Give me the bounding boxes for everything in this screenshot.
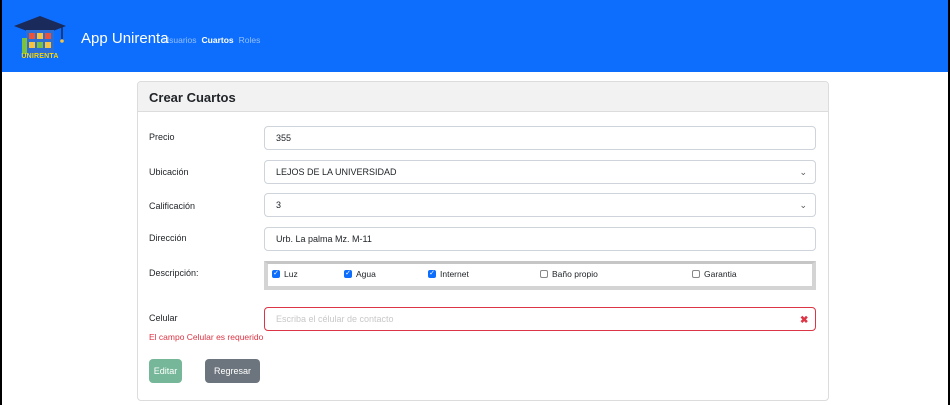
checkbox-internet[interactable]: ✓ Internet (428, 269, 469, 279)
brand-link[interactable]: App Unirenta (81, 30, 169, 47)
checkbox-unchecked-icon[interactable] (692, 270, 700, 278)
edit-button[interactable]: Editar (149, 359, 182, 383)
calificacion-label: Calificación (149, 201, 196, 211)
direccion-input[interactable] (264, 227, 816, 251)
ubicacion-label: Ubicación (149, 167, 189, 177)
nav-link-cuartos[interactable]: Cuartos (202, 35, 234, 45)
card-title: Crear Cuartos (138, 82, 828, 112)
navbar: UNIRENTA App Unirenta Usuarios Cuartos R… (2, 0, 948, 72)
checkbox-checked-icon[interactable]: ✓ (344, 270, 352, 278)
checkbox-luz-label: Luz (284, 269, 298, 279)
chevron-down-icon: ⌄ (799, 166, 807, 177)
checkbox-bano-propio-label: Baño propio (552, 269, 598, 279)
checkbox-checked-icon[interactable]: ✓ (428, 270, 436, 278)
precio-label: Precio (149, 132, 175, 142)
nav-link-usuarios[interactable]: Usuarios (163, 35, 197, 45)
celular-label: Celular (149, 313, 178, 323)
descripcion-checkbox-group: ✓ Luz ✓ Agua ✓ Internet Baño propio Gara… (264, 261, 816, 290)
logo-text: UNIRENTA (21, 53, 59, 60)
ubicacion-select[interactable]: LEJOS DE LA UNIVERSIDAD ⌄ (264, 160, 816, 184)
direccion-label: Dirección (149, 233, 187, 243)
invalid-x-icon: ✖ (800, 315, 809, 326)
checkbox-unchecked-icon[interactable] (540, 270, 548, 278)
nav-links: Usuarios Cuartos Roles (163, 35, 260, 45)
celular-input[interactable] (264, 307, 816, 331)
ubicacion-value: LEJOS DE LA UNIVERSIDAD (276, 167, 397, 177)
calificacion-select[interactable]: 3 ⌄ (264, 193, 816, 217)
checkbox-luz[interactable]: ✓ Luz (272, 269, 298, 279)
descripcion-label: Descripción: (149, 268, 199, 278)
chevron-down-icon: ⌄ (799, 199, 807, 210)
checkbox-agua[interactable]: ✓ Agua (344, 269, 376, 279)
checkbox-garantia-label: Garantia (704, 269, 737, 279)
back-button[interactable]: Regresar (205, 359, 260, 383)
checkbox-internet-label: Internet (440, 269, 469, 279)
celular-error-message: El campo Celular es requerido (149, 332, 264, 342)
checkbox-garantia[interactable]: Garantia (692, 269, 737, 279)
precio-input[interactable] (264, 126, 816, 150)
nav-link-roles[interactable]: Roles (239, 35, 261, 45)
checkbox-agua-label: Agua (356, 269, 376, 279)
checkbox-checked-icon[interactable]: ✓ (272, 270, 280, 278)
checkbox-bano-propio[interactable]: Baño propio (540, 269, 598, 279)
calificacion-value: 3 (276, 200, 282, 210)
crear-cuartos-card: Crear Cuartos Precio Ubicación LEJOS DE … (137, 81, 829, 401)
